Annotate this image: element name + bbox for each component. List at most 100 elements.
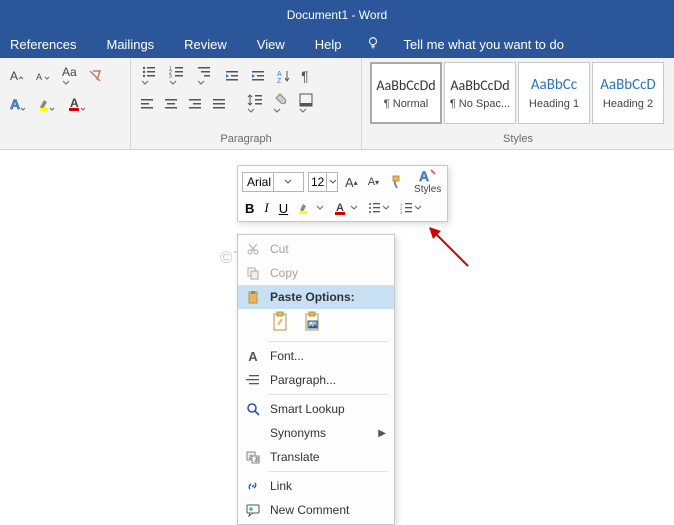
font-color-icon[interactable]: A (66, 94, 90, 114)
svg-text:Z: Z (277, 78, 282, 83)
mini-font-color-icon[interactable]: A (331, 199, 361, 217)
style-tile-normal[interactable]: AaBbCcDd ¶ Normal (370, 62, 442, 124)
chevron-down-icon[interactable] (273, 173, 304, 191)
paste-icon (244, 289, 262, 305)
mini-shrink-font-icon[interactable]: A▾ (365, 174, 382, 190)
tab-references[interactable]: References (4, 33, 82, 56)
tell-me-search[interactable]: Tell me what you want to do (398, 33, 570, 56)
shading-icon[interactable] (271, 91, 291, 117)
mini-format-painter-icon[interactable] (386, 172, 408, 192)
highlight-icon[interactable] (36, 94, 60, 114)
change-case-icon[interactable]: Aa (60, 63, 79, 89)
cm-label: Paste Options: (270, 290, 386, 304)
cm-link[interactable]: Link (238, 474, 394, 498)
svg-text:A: A (10, 96, 20, 112)
cm-smart-lookup[interactable]: Smart Lookup (238, 397, 394, 421)
show-hide-marks-icon[interactable]: ¶ (299, 66, 311, 86)
mini-font-combo[interactable]: Arial (242, 172, 304, 192)
cm-label: Synonyms (270, 426, 370, 440)
cm-paste-icons-row (238, 309, 394, 339)
section-label-paragraph: Paragraph (139, 133, 353, 147)
cm-paragraph[interactable]: Paragraph... (238, 368, 394, 392)
tab-view[interactable]: View (251, 33, 291, 56)
cm-paste-options[interactable]: Paste Options: (238, 285, 394, 309)
mini-toolbar: Arial 12 A▴ A▾ A Styles B I U A 123 (237, 165, 448, 222)
cm-separator (268, 341, 388, 342)
cm-font[interactable]: A Font... (238, 344, 394, 368)
clear-formatting-icon[interactable] (85, 66, 105, 86)
cm-new-comment[interactable]: New Comment (238, 498, 394, 522)
ribbon-section-paragraph: 123 AZ ¶ Paragraph (131, 58, 362, 149)
lightbulb-icon (366, 36, 380, 53)
tab-review[interactable]: Review (178, 33, 233, 56)
cm-translate[interactable]: aあ Translate (238, 445, 394, 469)
style-tile-heading1[interactable]: AaBbCc Heading 1 (518, 62, 590, 124)
text-effects-icon[interactable]: A (8, 94, 30, 114)
style-name: Heading 2 (595, 98, 661, 110)
increase-font-icon[interactable]: A (34, 66, 54, 86)
style-preview: AaBbCc (521, 76, 587, 94)
align-right-icon[interactable] (187, 96, 205, 112)
section-label (8, 133, 122, 147)
document-title: Document1 - Word (287, 8, 387, 22)
bullets-icon[interactable] (139, 63, 161, 89)
submenu-arrow-icon: ▶ (378, 428, 386, 439)
svg-text:あ: あ (254, 457, 260, 464)
style-preview: AaBbCcDd (447, 77, 513, 94)
translate-icon: aあ (244, 449, 262, 465)
search-icon (244, 401, 262, 417)
svg-text:A: A (10, 69, 18, 83)
mini-styles-button[interactable]: A Styles (412, 169, 443, 195)
red-arrow-annotation (425, 223, 475, 273)
cm-copy[interactable]: Copy (238, 261, 394, 285)
cm-label: Smart Lookup (270, 402, 386, 416)
context-menu: Cut Copy Paste Options: A Font... Paragr… (237, 234, 395, 525)
comment-icon (244, 502, 262, 518)
justify-icon[interactable] (211, 96, 229, 112)
cm-cut[interactable]: Cut (238, 237, 394, 261)
mini-size-combo[interactable]: 12 (308, 172, 338, 192)
decrease-indent-icon[interactable] (223, 67, 243, 85)
ribbon-section-styles: AaBbCcDd ¶ Normal AaBbCcDd ¶ No Spac... … (362, 58, 674, 149)
scissors-icon (244, 241, 262, 257)
style-tile-heading2[interactable]: AaBbCcD Heading 2 (592, 62, 664, 124)
svg-text:A: A (36, 72, 42, 82)
paste-picture-icon[interactable] (302, 311, 324, 333)
mini-italic-button[interactable]: I (261, 198, 271, 218)
mini-highlight-icon[interactable] (295, 199, 327, 217)
link-icon (244, 478, 262, 494)
cm-synonyms[interactable]: Synonyms ▶ (238, 421, 394, 445)
mini-bold-button[interactable]: B (242, 199, 257, 218)
mini-numbering-icon[interactable]: 123 (397, 200, 425, 216)
mini-styles-label: Styles (414, 184, 441, 195)
svg-text:A: A (70, 96, 79, 110)
tab-help[interactable]: Help (309, 33, 348, 56)
line-spacing-icon[interactable] (245, 91, 265, 117)
chevron-down-icon[interactable] (326, 173, 339, 191)
cm-separator (268, 394, 388, 395)
numbering-icon[interactable]: 123 (167, 63, 189, 89)
align-center-icon[interactable] (163, 96, 181, 112)
style-tile-nospacing[interactable]: AaBbCcDd ¶ No Spac... (444, 62, 516, 124)
align-left-icon[interactable] (139, 96, 157, 112)
ribbon: A A Aa A A 123 AZ ¶ (0, 58, 674, 150)
cm-label: Paragraph... (270, 373, 386, 387)
styles-gallery[interactable]: AaBbCcDd ¶ Normal AaBbCcDd ¶ No Spac... … (370, 62, 666, 124)
paste-keep-source-icon[interactable] (270, 311, 292, 333)
title-bar: Document1 - Word (0, 0, 674, 30)
borders-icon[interactable] (297, 91, 315, 117)
decrease-font-icon[interactable]: A (8, 66, 28, 86)
style-preview: AaBbCcD (595, 76, 661, 94)
cm-label: Cut (270, 242, 386, 256)
style-name: ¶ No Spac... (447, 98, 513, 110)
mini-bullets-icon[interactable] (365, 200, 393, 216)
svg-text:A: A (277, 71, 282, 78)
multilevel-list-icon[interactable] (195, 63, 217, 89)
cm-label: Font... (270, 349, 386, 363)
sort-icon[interactable]: AZ (275, 67, 293, 85)
mini-underline-button[interactable]: U (276, 199, 291, 218)
mini-grow-font-icon[interactable]: A▴ (342, 173, 361, 192)
style-preview: AaBbCcDd (374, 77, 438, 94)
tab-mailings[interactable]: Mailings (100, 33, 160, 56)
increase-indent-icon[interactable] (249, 67, 269, 85)
